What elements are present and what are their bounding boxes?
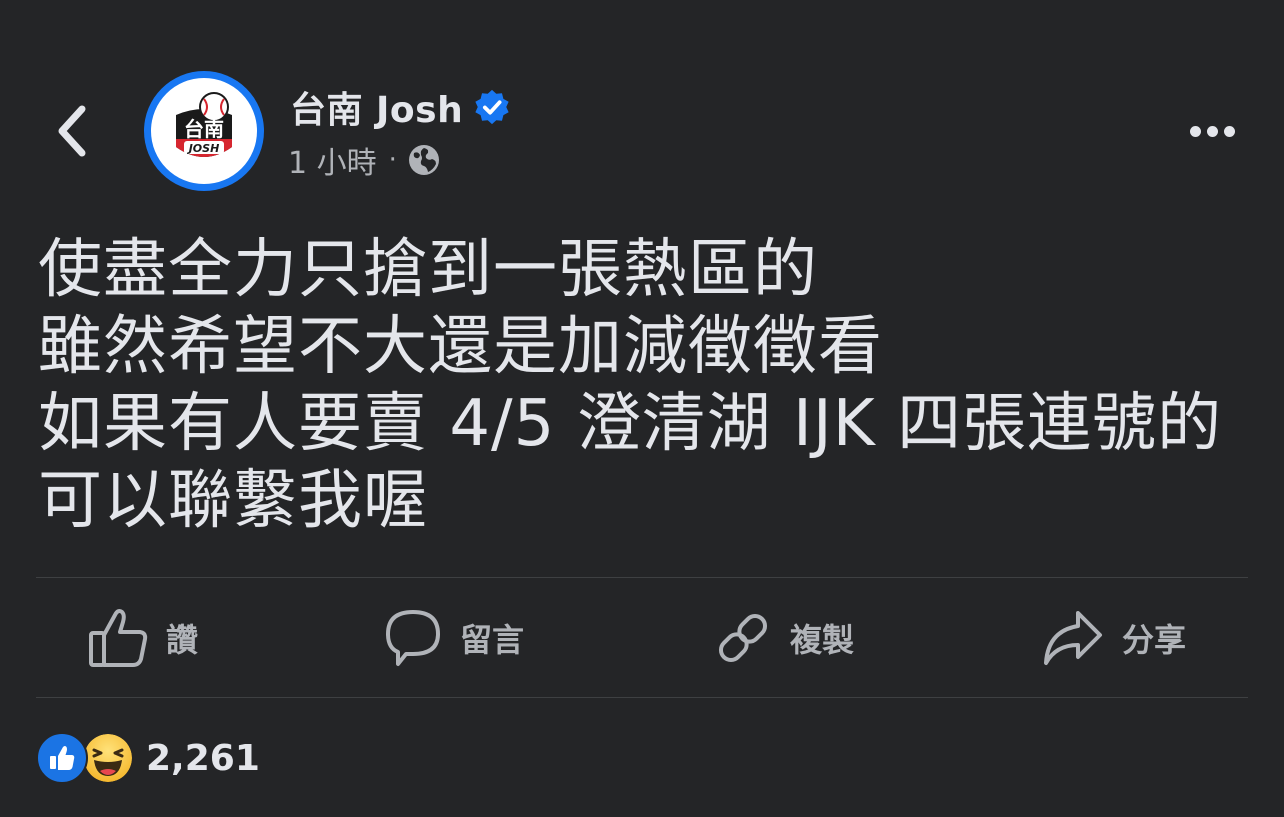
more-dot — [1189, 125, 1201, 137]
thumbs-up-icon — [89, 609, 148, 667]
like-button[interactable]: 讚 — [88, 602, 198, 674]
divider — [36, 697, 1248, 698]
comment-icon — [386, 610, 440, 666]
copy-link-button[interactable]: 複製 — [714, 602, 854, 674]
comment-label: 留言 — [460, 621, 525, 659]
share-label: 分享 — [1122, 621, 1187, 659]
reaction-count: 2,261 — [146, 737, 260, 779]
baseball-logo-icon: 台南 JOSH — [156, 83, 252, 179]
copy-label: 複製 — [790, 621, 855, 659]
post-text: 使盡全力只搶到一張熱區的 雖然希望不大還是加減徵徵看 如果有人要賣 4/5 澄清… — [38, 233, 1223, 538]
globe-icon — [408, 145, 439, 175]
post-meta: 1 小時 · — [288, 138, 441, 182]
share-button[interactable]: 分享 — [1042, 602, 1186, 674]
back-button[interactable] — [46, 100, 98, 162]
more-dot — [1206, 125, 1218, 137]
avatar-logo-text: 台南 — [184, 117, 224, 141]
comment-button[interactable]: 留言 — [384, 602, 524, 674]
share-icon — [1044, 611, 1102, 665]
more-dot — [1223, 125, 1235, 137]
post-time[interactable]: 1 小時 — [288, 138, 377, 182]
author-row: 台南 Josh — [290, 81, 511, 133]
action-bar: 讚 留言 複製 分享 — [36, 578, 1248, 697]
post-view: 台南 JOSH 台南 Josh 1 小時 · 使盡全力只搶到一張熱區的 雖然希望… — [0, 0, 1284, 817]
verified-badge-icon — [475, 89, 509, 125]
haha-reaction-icon — [82, 732, 134, 784]
reaction-summary[interactable]: 2,261 — [36, 732, 260, 784]
like-label: 讚 — [166, 621, 199, 659]
like-reaction-icon — [36, 732, 88, 784]
avatar[interactable]: 台南 JOSH — [144, 71, 264, 191]
avatar-logo: 台南 JOSH — [151, 78, 257, 184]
link-icon — [718, 613, 768, 663]
meta-separator: · — [388, 145, 397, 175]
more-options-button[interactable] — [1180, 112, 1244, 150]
avatar-logo-subtext: JOSH — [187, 142, 220, 155]
chevron-left-icon — [58, 105, 86, 157]
author-name[interactable]: 台南 Josh — [290, 81, 463, 133]
